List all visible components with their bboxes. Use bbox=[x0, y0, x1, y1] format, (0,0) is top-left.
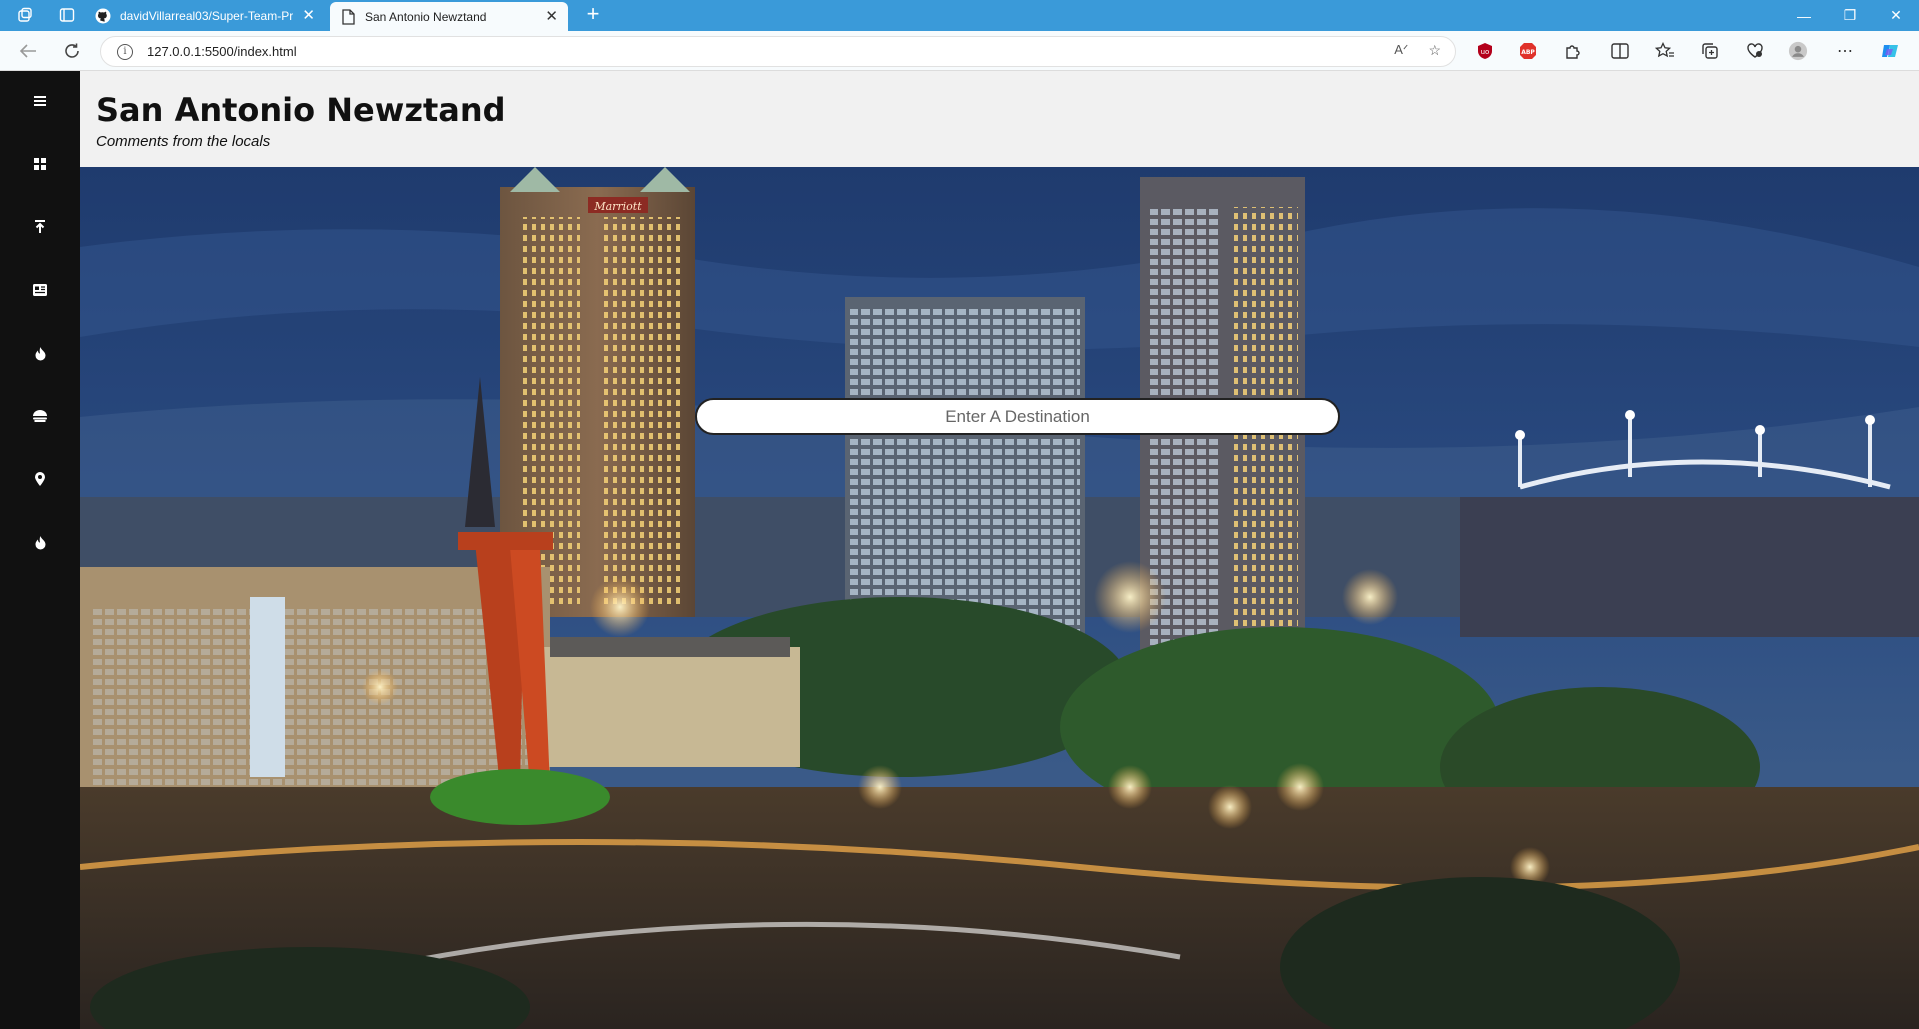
ublock-icon[interactable]: uo bbox=[1475, 41, 1495, 61]
favorites-icon[interactable] bbox=[1655, 41, 1675, 61]
browser-tab[interactable]: davidVillarreal03/Super-Team-Pr ✕ bbox=[85, 0, 325, 31]
browser-tab-bar: davidVillarreal03/Super-Team-Pr ✕ San An… bbox=[0, 0, 1919, 31]
city-skyline-photo: Marriott bbox=[80, 167, 1919, 1029]
page-viewport: San Antonio Newztand Comments from the l… bbox=[0, 71, 1919, 1029]
tab-title: San Antonio Newztand bbox=[365, 9, 487, 24]
menu-icon bbox=[34, 96, 46, 106]
tab-title: davidVillarreal03/Super-Team-Pr bbox=[120, 8, 294, 23]
fire-icon bbox=[35, 346, 45, 360]
sidebar-item-locations[interactable] bbox=[0, 459, 80, 499]
tab-actions-icon[interactable] bbox=[56, 4, 78, 26]
address-bar[interactable]: i 127.0.0.1:5500/index.html Aᐟ ☆ bbox=[100, 36, 1456, 67]
svg-text:uo: uo bbox=[1481, 48, 1490, 56]
hero-city-image: Marriott bbox=[80, 167, 1919, 1029]
split-screen-icon[interactable] bbox=[1610, 41, 1630, 61]
sidebar-item-hot[interactable] bbox=[0, 522, 80, 562]
close-tab-icon[interactable]: ✕ bbox=[302, 8, 315, 23]
sidebar-nav bbox=[0, 71, 80, 1029]
sidebar-item-news[interactable] bbox=[0, 270, 80, 310]
favorite-star-icon[interactable]: ☆ bbox=[1428, 42, 1441, 59]
site-subtitle: Comments from the locals bbox=[96, 133, 271, 150]
sidebar-item-trending[interactable] bbox=[0, 333, 80, 373]
workspaces-icon[interactable] bbox=[14, 4, 36, 26]
minimize-button[interactable]: — bbox=[1781, 0, 1827, 31]
close-tab-icon[interactable]: ✕ bbox=[545, 9, 558, 24]
browser-tab-active[interactable]: San Antonio Newztand ✕ bbox=[330, 2, 568, 31]
fire-icon bbox=[35, 535, 45, 549]
extensions-icon[interactable] bbox=[1562, 41, 1582, 61]
browser-essentials-icon[interactable] bbox=[1745, 41, 1765, 61]
upload-icon bbox=[35, 220, 45, 233]
grid-icon bbox=[34, 158, 46, 170]
refresh-button[interactable] bbox=[54, 31, 90, 71]
food-icon bbox=[33, 410, 47, 422]
copilot-icon[interactable] bbox=[1880, 41, 1900, 61]
more-options-icon[interactable]: ⋯ bbox=[1835, 41, 1855, 61]
browser-toolbar: i 127.0.0.1:5500/index.html Aᐟ ☆ uo ABP … bbox=[0, 31, 1919, 71]
read-aloud-icon[interactable]: Aᐟ bbox=[1394, 42, 1408, 59]
sidebar-item-food[interactable] bbox=[0, 396, 80, 436]
sidebar-item-dashboard[interactable] bbox=[0, 144, 80, 184]
site-title: San Antonio Newztand bbox=[96, 91, 506, 129]
back-button[interactable] bbox=[10, 31, 46, 71]
site-info-icon[interactable]: i bbox=[117, 43, 133, 60]
map-pin-icon bbox=[35, 472, 45, 486]
restore-button[interactable]: ❐ bbox=[1827, 0, 1873, 31]
url-text[interactable]: 127.0.0.1:5500/index.html bbox=[147, 44, 297, 59]
collections-icon[interactable] bbox=[1700, 41, 1720, 61]
adblock-plus-icon[interactable]: ABP bbox=[1518, 41, 1538, 61]
newspaper-icon bbox=[33, 284, 47, 296]
profile-avatar[interactable] bbox=[1788, 41, 1808, 61]
github-icon bbox=[95, 8, 111, 24]
site-header: San Antonio Newztand Comments from the l… bbox=[80, 71, 1919, 167]
svg-text:ABP: ABP bbox=[1521, 49, 1535, 56]
destination-search-input[interactable] bbox=[695, 398, 1340, 435]
page-icon bbox=[340, 8, 356, 25]
new-tab-button[interactable]: + bbox=[578, 3, 608, 25]
sidebar-item-top[interactable] bbox=[0, 207, 80, 247]
sidebar-menu-toggle[interactable] bbox=[0, 81, 80, 121]
marriott-sign: Marriott bbox=[593, 200, 642, 213]
close-window-button[interactable]: ✕ bbox=[1873, 0, 1919, 31]
